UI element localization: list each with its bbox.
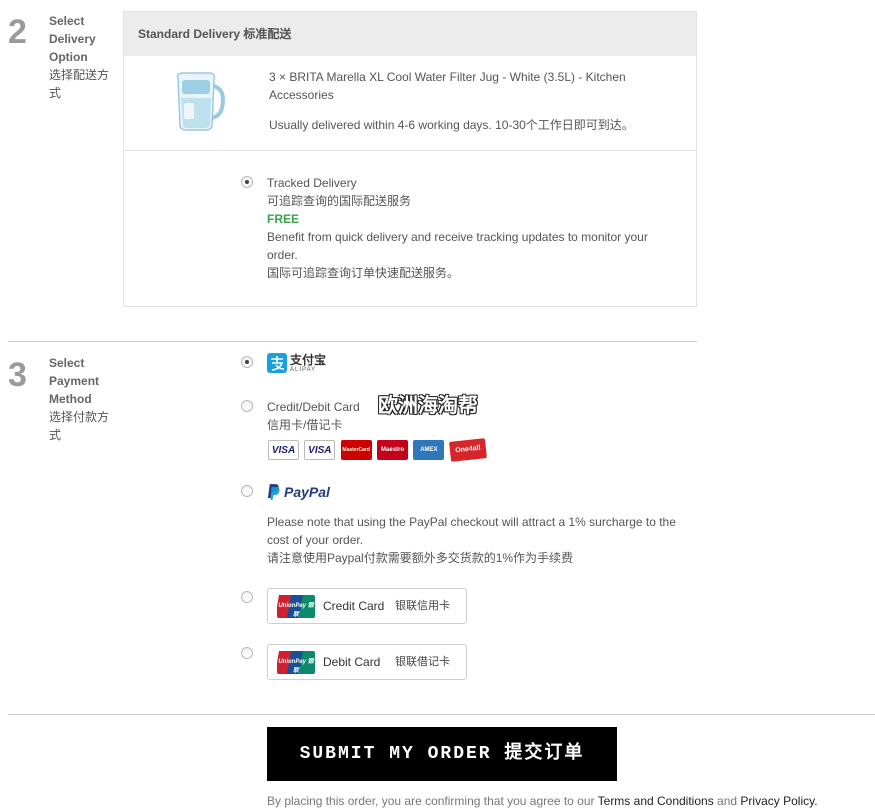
delivery-time-text: Usually delivered within 4-6 working day… [269, 118, 634, 132]
tracked-delivery-radio[interactable] [241, 176, 253, 188]
step-3-label-en: Select Payment Method [49, 356, 100, 406]
paypal-icon [267, 484, 280, 500]
visa-logo: VISA [268, 440, 299, 460]
paypal-note: Please note that using the PayPal checko… [267, 513, 697, 567]
tracked-delivery-desc: Benefit from quick delivery and receive … [267, 230, 648, 262]
unionpay-credit-label-cn: 银联信用卡 [395, 600, 450, 612]
card-label-cn: 信用卡/借记卡 [267, 418, 343, 432]
section-divider [8, 714, 875, 715]
terms-link[interactable]: Terms and Conditions [598, 794, 714, 808]
unionpay-debit-card-button[interactable]: UnionPay 银联 Debit Card 银联借记卡 [267, 644, 467, 680]
privacy-link[interactable]: Privacy Policy. [740, 794, 817, 808]
watermark: 欧洲海淘帮 [378, 395, 478, 417]
paypal-note-en: Please note that using the PayPal checko… [267, 515, 676, 547]
step-2-label: Select Delivery Option 选择配送方式 [49, 12, 113, 102]
step-2-label-en: Select Delivery Option [49, 14, 96, 64]
unionpay-credit-label: Credit Card [323, 599, 385, 613]
unionpay-logo-icon: UnionPay 银联 [277, 651, 315, 674]
card-radio[interactable] [241, 400, 253, 412]
step-3-label-cn: 选择付款方式 [49, 410, 110, 442]
alipay-icon [267, 353, 287, 373]
tracked-delivery-name: Tracked Delivery [267, 176, 357, 190]
tracked-delivery-name-cn: 可追踪查询的国际配送服务 [267, 194, 412, 208]
one4all-logo: One4all [448, 438, 487, 462]
unionpay-debit-label-cn: 银联借记卡 [395, 656, 450, 668]
terms-notice: By placing this order, you are confirmin… [267, 794, 818, 808]
unionpay-debit-label: Debit Card [323, 655, 381, 669]
paypal-radio[interactable] [241, 485, 253, 497]
water-jug-image [176, 72, 225, 131]
terms-prefix: By placing this order, you are confirmin… [267, 794, 595, 808]
alipay-label-en: ALIPAY [290, 367, 317, 373]
alipay-option[interactable]: 支付宝 ALIPAY [267, 353, 337, 375]
delivery-price: FREE [267, 212, 300, 226]
visa-logo: VISA [304, 440, 336, 460]
step-2-label-cn: 选择配送方式 [49, 68, 110, 100]
mastercard-logo: MasterCard [340, 440, 372, 460]
section-divider [8, 341, 697, 342]
terms-and: and [717, 794, 738, 808]
unionpay-logo-icon: UnionPay 银联 [277, 595, 315, 618]
amex-logo: AMEX [413, 440, 445, 460]
delivery-box-title: Standard Delivery 标准配送 [124, 12, 696, 56]
step-2-number: 2 [8, 13, 27, 51]
step-3-number: 3 [8, 356, 27, 394]
alipay-radio[interactable] [241, 356, 253, 368]
unionpay-credit-card-button[interactable]: UnionPay 银联 Credit Card 银联信用卡 [267, 588, 467, 624]
unionpay-debit-radio[interactable] [241, 647, 253, 659]
alipay-label-cn: 支付宝 [290, 353, 327, 367]
tracked-delivery-desc-cn: 国际可追踪查询订单快速配送服务。 [267, 266, 460, 280]
paypal-option[interactable]: PayPal [267, 482, 347, 502]
paypal-label: PayPal [284, 484, 330, 500]
maestro-logo: Maestro [377, 440, 409, 460]
tracked-delivery-option[interactable]: Tracked Delivery 可追踪查询的国际配送服务 FREE Benef… [267, 174, 677, 282]
product-row: 3 × BRITA Marella XL Cool Water Filter J… [124, 56, 696, 151]
product-description: 3 × BRITA Marella XL Cool Water Filter J… [269, 70, 626, 102]
card-logos: VISA VISA MasterCard Maestro AMEX One4al… [268, 438, 488, 462]
paypal-note-cn: 请注意使用Paypal付款需要额外多交货款的1%作为手续费 [267, 551, 574, 565]
submit-order-button[interactable]: SUBMIT MY ORDER 提交订单 [267, 727, 617, 781]
step-3-label: Select Payment Method 选择付款方式 [49, 354, 113, 444]
unionpay-credit-radio[interactable] [241, 591, 253, 603]
